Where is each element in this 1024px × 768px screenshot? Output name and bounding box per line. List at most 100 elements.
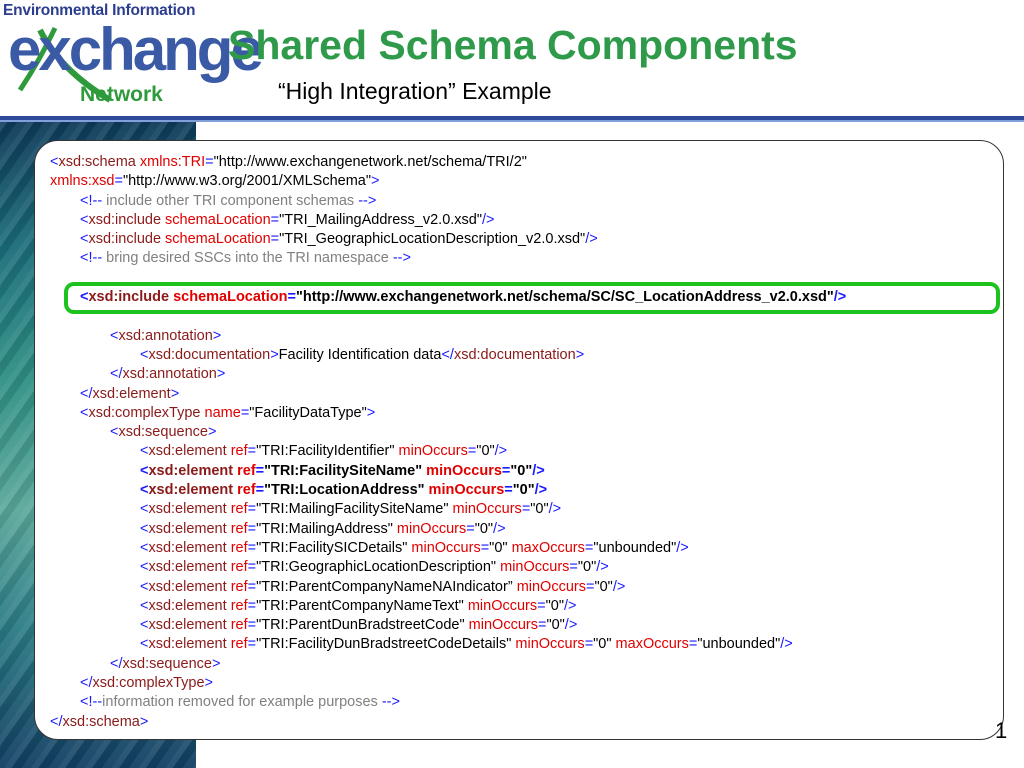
code-token: xsd:element	[92, 385, 171, 402]
code-token: >	[211, 655, 221, 672]
code-token: </	[50, 713, 63, 730]
code-token: ref	[237, 462, 256, 479]
code-token: =	[247, 617, 257, 634]
code-line: <xsd:schema xmlns:TRI="http://www.exchan…	[50, 153, 1000, 172]
code-token: =	[466, 520, 475, 537]
code-token: />	[534, 482, 548, 499]
code-token: "http://www.exchangenetwork.net/schema/T…	[213, 154, 527, 170]
code-token: "http://www.w3.org/2001/XMLSchema"	[122, 173, 371, 190]
code-token: >	[207, 424, 217, 441]
code-line: xmlns:xsd="http://www.w3.org/2001/XMLSch…	[50, 172, 1000, 191]
code-token: "0"	[474, 520, 494, 537]
code-line: <!-- include other TRI component schemas…	[50, 192, 1000, 211]
code-token: </	[110, 655, 123, 672]
code-line: <!--information removed for example purp…	[50, 693, 1000, 712]
code-token: xmlns:TRI	[139, 154, 206, 170]
code-token: =	[255, 482, 265, 499]
code-token: minOccurs	[428, 482, 505, 499]
code-token: =	[270, 211, 280, 228]
code-token: -->	[358, 192, 377, 209]
code-token: "0"	[593, 636, 612, 653]
code-token: minOccurs	[500, 559, 570, 576]
code-token: <!--	[80, 192, 103, 209]
code-line: </xsd:schema>	[50, 713, 1000, 732]
code-token: "TRI:MailingAddress"	[256, 520, 393, 537]
code-token: "0"	[510, 462, 533, 479]
code-token: schemaLocation	[165, 211, 271, 228]
code-token: <!--	[80, 694, 103, 711]
code-line: <xsd:annotation>	[50, 327, 1000, 346]
sequence-element-line: <xsd:element ref="TRI:MailingFacilitySit…	[50, 500, 1000, 519]
code-token: -->	[381, 694, 400, 711]
code-line: <xsd:documentation>Facility Identificati…	[50, 346, 1000, 365]
code-token: "TRI_MailingAddress_v2.0.xsd"	[279, 211, 483, 228]
code-token: >	[139, 713, 149, 730]
code-token: "TRI:FacilitySICDetails"	[256, 539, 408, 556]
code-token: xsd:complexType	[88, 404, 201, 421]
code-token: minOccurs	[516, 578, 586, 595]
code-token: minOccurs	[468, 617, 538, 634]
code-token: >	[575, 346, 585, 363]
code-line: </xsd:annotation>	[50, 365, 1000, 384]
code-line: <xsd:complexType name="FacilityDataType"…	[50, 404, 1000, 423]
code-token: =	[247, 443, 257, 460]
sequence-element-line: <xsd:element ref="TRI:ParentCompanyNameT…	[50, 597, 1000, 616]
code-token: ref	[230, 501, 248, 518]
code-token: =	[205, 154, 214, 170]
code-token: minOccurs	[426, 462, 502, 479]
code-token: xsd:include	[88, 231, 162, 248]
code-token: />	[532, 462, 545, 479]
code-token: >	[212, 327, 222, 344]
code-token: >	[371, 173, 380, 190]
code-token: xmlns:xsd	[50, 173, 115, 190]
code-token: xsd:include	[88, 211, 162, 228]
exchange-network-logo: Environmental Information exchange Netwo…	[0, 0, 264, 112]
code-token: xsd:element	[148, 636, 227, 653]
code-token: =	[569, 559, 578, 576]
code-token: ref	[230, 443, 248, 460]
page-number: 1	[995, 718, 1008, 743]
code-line: <xsd:include schemaLocation="TRI_Geograp…	[50, 230, 1000, 249]
code-token: ref	[237, 482, 256, 499]
code-token: xsd:sequence	[118, 424, 208, 441]
code-token: =	[521, 501, 531, 518]
code-token: "TRI:FacilitySiteName"	[264, 462, 423, 479]
code-token: />	[494, 443, 508, 460]
code-token: ref	[230, 520, 248, 537]
code-token: />	[548, 501, 562, 518]
code-token: </	[441, 346, 454, 363]
code-token: maxOccurs	[615, 636, 689, 653]
sequence-element-line: <xsd:element ref="TRI:MailingAddress" mi…	[50, 520, 1000, 539]
code-token: =	[247, 520, 257, 537]
code-token: =	[270, 231, 280, 248]
code-token: "0"	[577, 559, 597, 576]
code-token: xsd:schema	[58, 154, 136, 170]
code-token: />	[780, 636, 793, 653]
code-token: "0"	[546, 617, 565, 634]
code-comment: include other TRI component schemas	[102, 192, 359, 209]
code-token: />	[493, 520, 506, 537]
code-token: "TRI:MailingFacilitySiteName"	[256, 501, 449, 518]
sequence-element-line: <xsd:element ref="TRI:FacilitySICDetails…	[50, 539, 1000, 558]
code-token: xsd:annotation	[122, 366, 217, 383]
code-token: >	[170, 385, 180, 402]
code-token: />	[563, 597, 577, 614]
code-token: =	[247, 578, 257, 595]
slide-title: Shared Schema Components	[228, 22, 798, 68]
code-token: />	[585, 231, 598, 248]
code-token: =	[247, 559, 257, 576]
code-token: =	[247, 636, 257, 653]
code-token: >	[204, 675, 213, 692]
code-token: xsd:documentation	[148, 346, 271, 363]
code-token: =	[504, 482, 513, 499]
code-token: <!--	[80, 250, 103, 267]
code-token: minOccurs	[396, 520, 467, 537]
code-token: xsd:element	[148, 482, 234, 499]
code-token: =	[114, 173, 123, 190]
code-line: <xsd:sequence>	[50, 423, 1000, 442]
code-line: </xsd:sequence>	[50, 655, 1000, 674]
code-token: </	[80, 385, 93, 402]
code-token: >	[366, 404, 376, 421]
code-token: >	[216, 366, 226, 383]
code-token: </	[80, 675, 93, 692]
